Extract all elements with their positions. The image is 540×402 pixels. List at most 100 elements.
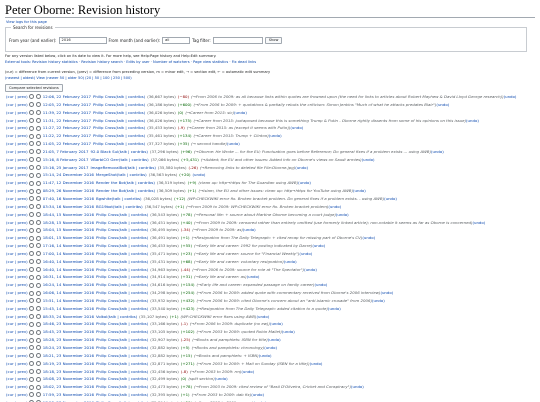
user-link[interactable]: ImageRemovalBot	[90, 164, 126, 172]
user-tools[interactable]: (talk | contribs)	[125, 187, 155, 195]
compare-radio-old[interactable]	[28, 117, 34, 123]
undo-link[interactable]: (undo)	[314, 281, 327, 289]
user-link[interactable]: Philip Cross	[93, 101, 115, 109]
user-tools[interactable]: (talk | contribs)	[118, 226, 148, 234]
compare-radio-new[interactable]	[35, 110, 41, 116]
user-tools[interactable]: (talk | contribs)	[115, 124, 145, 132]
compare-radio-old[interactable]	[28, 384, 34, 390]
compare-radio-new[interactable]	[35, 259, 41, 265]
revision-date-link[interactable]: 12:06, 22 February 2017	[43, 93, 91, 101]
revision-date-link[interactable]: 11:05, 22 February 2017	[43, 140, 91, 148]
undo-link[interactable]: (undo)	[380, 289, 393, 297]
cur-link[interactable]: (cur | prev)	[6, 195, 28, 203]
tag-filter-input[interactable]	[212, 37, 263, 44]
compare-radio-old[interactable]	[28, 243, 34, 249]
year-input[interactable]: 2016	[58, 37, 107, 44]
compare-radio-new[interactable]	[35, 251, 41, 257]
user-link[interactable]: Philip Cross	[96, 219, 118, 227]
compare-radio-new[interactable]	[35, 329, 41, 335]
user-tools[interactable]: (talk | contribs)	[112, 195, 142, 203]
user-link[interactable]: Philip Cross	[96, 344, 118, 352]
compare-radio-new[interactable]	[35, 102, 41, 108]
user-tools[interactable]: (talk | contribs)	[118, 148, 148, 156]
undo-link[interactable]: (undo)	[466, 117, 479, 125]
compare-radio-old[interactable]	[28, 251, 34, 257]
cur-link[interactable]: (cur | prev)	[6, 273, 28, 281]
revision-date-link[interactable]: 18:02, 23 November 2016	[43, 383, 94, 391]
cur-link[interactable]: (cur | prev)	[6, 226, 28, 234]
pagination[interactable]: (newest | oldest) View (newer 50 | older…	[5, 76, 132, 80]
compare-radio-old[interactable]	[28, 212, 34, 218]
undo-link[interactable]: (undo)	[310, 360, 323, 368]
user-tools[interactable]: (talk | contribs)	[118, 391, 148, 399]
cur-link[interactable]: (cur | prev)	[6, 164, 28, 172]
compare-radio-old[interactable]	[28, 290, 34, 296]
user-tools[interactable]: (talk | contribs)	[118, 352, 148, 360]
user-tools[interactable]: (talk | contribs)	[118, 211, 148, 219]
revision-date-link[interactable]: 18:28, 15 November 2016	[43, 219, 94, 227]
cur-link[interactable]: (cur | prev)	[6, 266, 28, 274]
revision-date-link[interactable]: 18:01, 15 November 2016	[43, 234, 94, 242]
compare-radio-new[interactable]	[35, 133, 41, 139]
undo-link[interactable]: (undo)	[247, 273, 260, 281]
cur-link[interactable]: (cur | prev)	[6, 219, 28, 227]
revision-date-link[interactable]: 11:47, 12 December 2016	[43, 179, 94, 187]
revision-date-link[interactable]: 12:05, 22 February 2017	[43, 101, 91, 109]
revision-date-link[interactable]: 08:29, 26 November 2016	[43, 187, 94, 195]
user-link[interactable]: VBarbiCO Gerr	[91, 156, 119, 164]
undo-link[interactable]: (undo)	[384, 195, 397, 203]
user-tools[interactable]: (talk | contribs)	[117, 171, 147, 179]
compare-radio-old[interactable]	[28, 368, 34, 374]
compare-radio-old[interactable]	[28, 376, 34, 382]
revision-date-link[interactable]: 15:16, 25 January 2017	[43, 164, 89, 172]
undo-link[interactable]: (undo)	[328, 203, 341, 211]
revision-date-link[interactable]: 18:19, 23 November 2016	[43, 360, 94, 368]
cur-link[interactable]: (cur | prev)	[6, 140, 28, 148]
undo-link[interactable]: (undo)	[264, 344, 277, 352]
user-link[interactable]: Philip Cross	[93, 93, 115, 101]
revision-date-link[interactable]: 18:04, 15 November 2016	[43, 226, 94, 234]
undo-link[interactable]: (undo)	[227, 140, 240, 148]
user-link[interactable]: Philip Cross	[96, 336, 118, 344]
compare-radio-old[interactable]	[28, 110, 34, 116]
user-tools[interactable]: (talk | contribs)	[118, 344, 148, 352]
compare-radio-old[interactable]	[28, 149, 34, 155]
compare-radio-old[interactable]	[28, 196, 34, 202]
revision-date-link[interactable]: 18:08, 23 November 2016	[43, 375, 94, 383]
user-link[interactable]: Philip Cross	[96, 383, 118, 391]
user-link[interactable]: Render the Bot	[96, 179, 125, 187]
compare-radio-new[interactable]	[35, 384, 41, 390]
revision-date-link[interactable]: 18:44, 15 November 2016	[43, 211, 94, 219]
revision-date-link[interactable]: 17:16, 14 November 2016	[43, 242, 94, 250]
revision-date-link[interactable]: 15:14, 24 December 2016	[43, 171, 94, 179]
user-link[interactable]: Philip Cross	[96, 234, 118, 242]
revision-date-link[interactable]: 18:45, 23 November 2016	[43, 328, 94, 336]
compare-radio-new[interactable]	[35, 282, 41, 288]
user-link[interactable]: Philip Cross	[93, 140, 115, 148]
compare-radio-old[interactable]	[28, 321, 34, 327]
cur-link[interactable]: (cur | prev)	[6, 391, 28, 399]
compare-radio-old[interactable]	[28, 235, 34, 241]
user-link[interactable]: Philip Cross	[96, 375, 118, 383]
cur-link[interactable]: (cur | prev)	[6, 352, 28, 360]
cur-link[interactable]: (cur | prev)	[6, 289, 28, 297]
user-link[interactable]: Philip Cross	[96, 242, 118, 250]
user-link[interactable]: Philip Cross	[96, 360, 118, 368]
cur-link[interactable]: (cur | prev)	[6, 101, 28, 109]
compare-radio-old[interactable]	[28, 259, 34, 265]
user-tools[interactable]: (talk | contribs)	[118, 242, 148, 250]
revision-date-link[interactable]: 16:24, 14 November 2016	[43, 281, 94, 289]
compare-radio-old[interactable]	[28, 329, 34, 335]
cur-link[interactable]: (cur | prev)	[6, 117, 28, 125]
undo-link[interactable]: (undo)	[336, 211, 349, 219]
compare-radio-new[interactable]	[35, 117, 41, 123]
compare-radio-new[interactable]	[35, 392, 41, 398]
compare-radio-old[interactable]	[28, 345, 34, 351]
compare-radio-new[interactable]	[35, 290, 41, 296]
cur-link[interactable]: (cur | prev)	[6, 234, 28, 242]
show-button[interactable]: Show	[264, 37, 283, 44]
user-link[interactable]: 92.0 Black Sul	[91, 148, 119, 156]
user-link[interactable]: MergeShot	[96, 171, 117, 179]
compare-radio-old[interactable]	[28, 337, 34, 343]
compare-radio-new[interactable]	[35, 212, 41, 218]
